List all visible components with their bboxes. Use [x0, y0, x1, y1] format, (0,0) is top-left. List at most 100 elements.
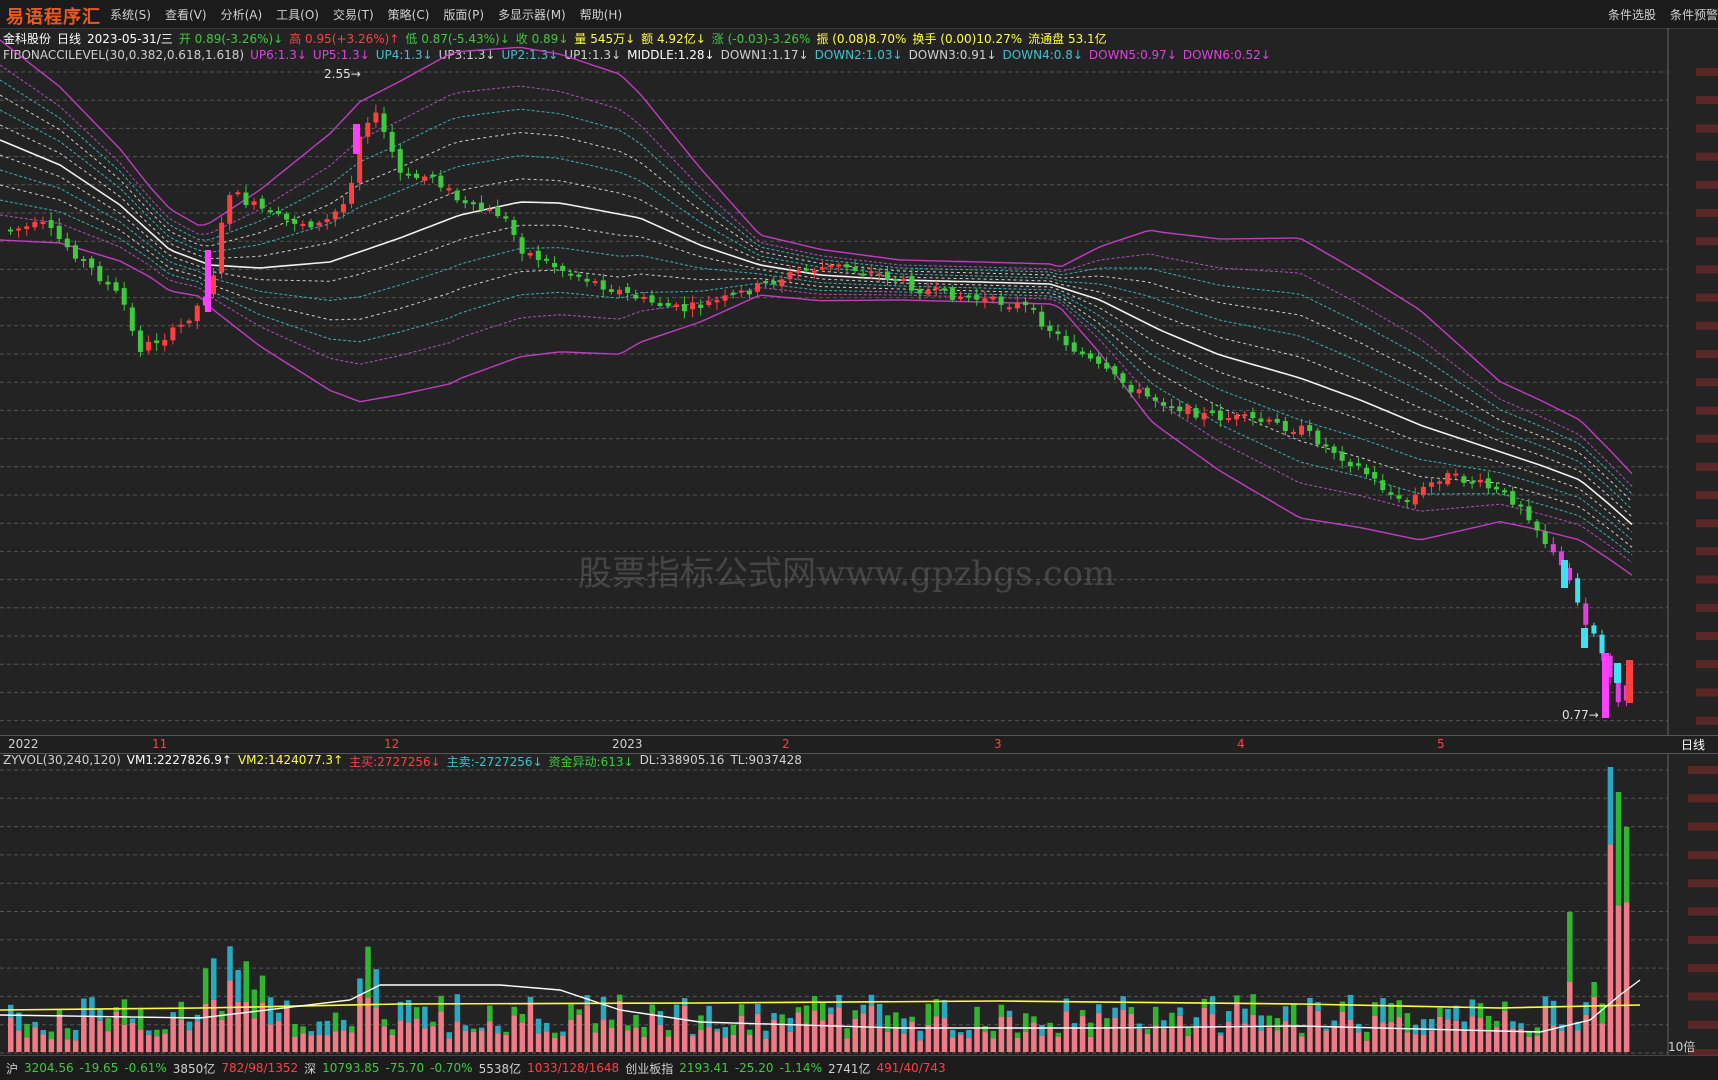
volume-bar-bottom	[503, 1034, 509, 1052]
volume-bar-top	[1323, 1028, 1329, 1031]
fib-down2-line	[0, 169, 1633, 541]
candle-body	[300, 223, 306, 226]
volume-bar-top	[608, 1019, 615, 1028]
candle-body	[454, 190, 460, 201]
volume-bar-bottom	[1404, 1032, 1411, 1052]
volume-bar-bottom	[1079, 1016, 1086, 1052]
volume-bar-top	[267, 997, 274, 1025]
volume-bar-top	[990, 1030, 997, 1039]
candle-body	[868, 271, 874, 274]
volume-bar-top	[1039, 1025, 1045, 1036]
candle-body	[1453, 473, 1459, 476]
candle-body	[373, 112, 379, 123]
status-item: 491/40/743	[876, 1061, 946, 1075]
volume-bar-top	[657, 1011, 664, 1025]
volume-bar-bottom	[1429, 1030, 1435, 1052]
volume-bar-bottom	[1120, 1009, 1126, 1052]
candle-body	[1591, 625, 1597, 634]
volume-bar-bottom	[137, 1029, 144, 1052]
volume-bar-top	[966, 1029, 972, 1038]
volume-bar-top	[600, 996, 607, 1020]
candle-body	[1258, 418, 1264, 422]
volume-bar-bottom	[1469, 1016, 1476, 1052]
candle-body	[811, 270, 817, 273]
candle-body	[1485, 478, 1491, 489]
volume-bar-bottom	[828, 1013, 834, 1052]
volume-bar-top	[308, 1031, 314, 1036]
candle-body	[633, 294, 639, 299]
status-item: -75.70	[385, 1061, 425, 1075]
volume-bar-top	[844, 1028, 850, 1039]
volume-bar-top	[771, 1013, 777, 1020]
volume-bar-bottom	[267, 1024, 274, 1052]
volume-bar-bottom	[438, 1011, 444, 1052]
candle-body	[690, 302, 696, 310]
volume-bar-bottom	[1047, 1028, 1053, 1052]
status-item: 2193.41	[679, 1061, 729, 1075]
candle-body	[771, 280, 777, 284]
candle-body	[89, 258, 95, 268]
volume-bar-top	[1169, 1012, 1175, 1028]
volume-bar-top	[1372, 1002, 1378, 1016]
volume-bar-bottom	[884, 1032, 891, 1052]
candle-body	[1339, 451, 1345, 461]
candle-body	[560, 265, 566, 271]
volume-bar-bottom	[397, 1020, 404, 1052]
volume-bar-bottom	[24, 1037, 30, 1052]
volume-bar-bottom	[381, 1026, 388, 1052]
candle-body	[430, 174, 436, 177]
volume-bar-top	[552, 1032, 558, 1038]
candle-body	[1299, 425, 1305, 435]
period-tab[interactable]: 日线	[1668, 735, 1718, 754]
volume-bar-top	[1144, 1029, 1151, 1034]
volume-bar-bottom	[576, 1014, 582, 1052]
volume-bar-bottom	[1437, 1016, 1443, 1052]
volume-bar-top	[1339, 1001, 1346, 1012]
candle-body	[820, 267, 825, 270]
volume-bar-bottom	[1242, 1023, 1248, 1052]
volume-bar-top	[519, 1013, 526, 1023]
volume-bar-bottom	[1258, 1030, 1264, 1052]
volume-bar-top	[1502, 1001, 1508, 1011]
low-price-annotation: 0.77→	[1562, 708, 1599, 722]
volume-bar-top	[535, 1018, 542, 1034]
date-axis-label: 11	[152, 737, 168, 751]
candle-body	[1331, 446, 1337, 453]
volume-bar-bottom	[1445, 1019, 1451, 1052]
candle-body	[1266, 419, 1272, 422]
candle-body	[438, 175, 444, 188]
volume-bar-bottom	[1193, 1025, 1200, 1052]
volume-bar-bottom	[990, 1038, 997, 1052]
candle-body	[154, 340, 160, 344]
kline-chart[interactable]: 2.55→ 0.77→	[0, 0, 1718, 1079]
volume-bar-top	[1315, 1002, 1321, 1011]
volume-bar-top	[1550, 1000, 1557, 1026]
volume-bar-top	[560, 1031, 566, 1036]
volume-bar-bottom	[340, 1030, 347, 1052]
candle-body	[617, 289, 622, 295]
volume-bar-top	[1152, 1006, 1159, 1026]
volume-bar-bottom	[852, 1018, 858, 1052]
volume-bar-bottom	[966, 1037, 972, 1052]
status-item: 10793.85	[322, 1061, 380, 1075]
volume-bar-bottom	[235, 1001, 241, 1052]
vol-indicator-name[interactable]: ZYVOL(30,240,120)	[3, 753, 121, 770]
date-axis-label: 2022	[8, 737, 39, 751]
volume-bar-bottom	[714, 1031, 720, 1052]
volume-bar-top	[1623, 827, 1630, 903]
volume-bar-bottom	[844, 1038, 850, 1052]
volume-bar-top	[1510, 1021, 1516, 1029]
volume-bar-bottom	[1534, 1035, 1541, 1052]
candle-body	[1581, 628, 1588, 648]
volume-bar-top	[1591, 982, 1597, 997]
volume-bar-top	[1023, 1013, 1029, 1032]
volume-bar-bottom	[1307, 1005, 1313, 1052]
fib-up1-line	[0, 124, 1633, 518]
volume-bar-top	[202, 968, 209, 1004]
volume-bar-top	[446, 1032, 452, 1039]
volume-bar-top	[235, 969, 241, 1002]
candle-body	[625, 287, 631, 293]
candle-body	[1355, 463, 1361, 466]
candle-body	[1412, 494, 1418, 505]
candle-body	[365, 122, 371, 137]
